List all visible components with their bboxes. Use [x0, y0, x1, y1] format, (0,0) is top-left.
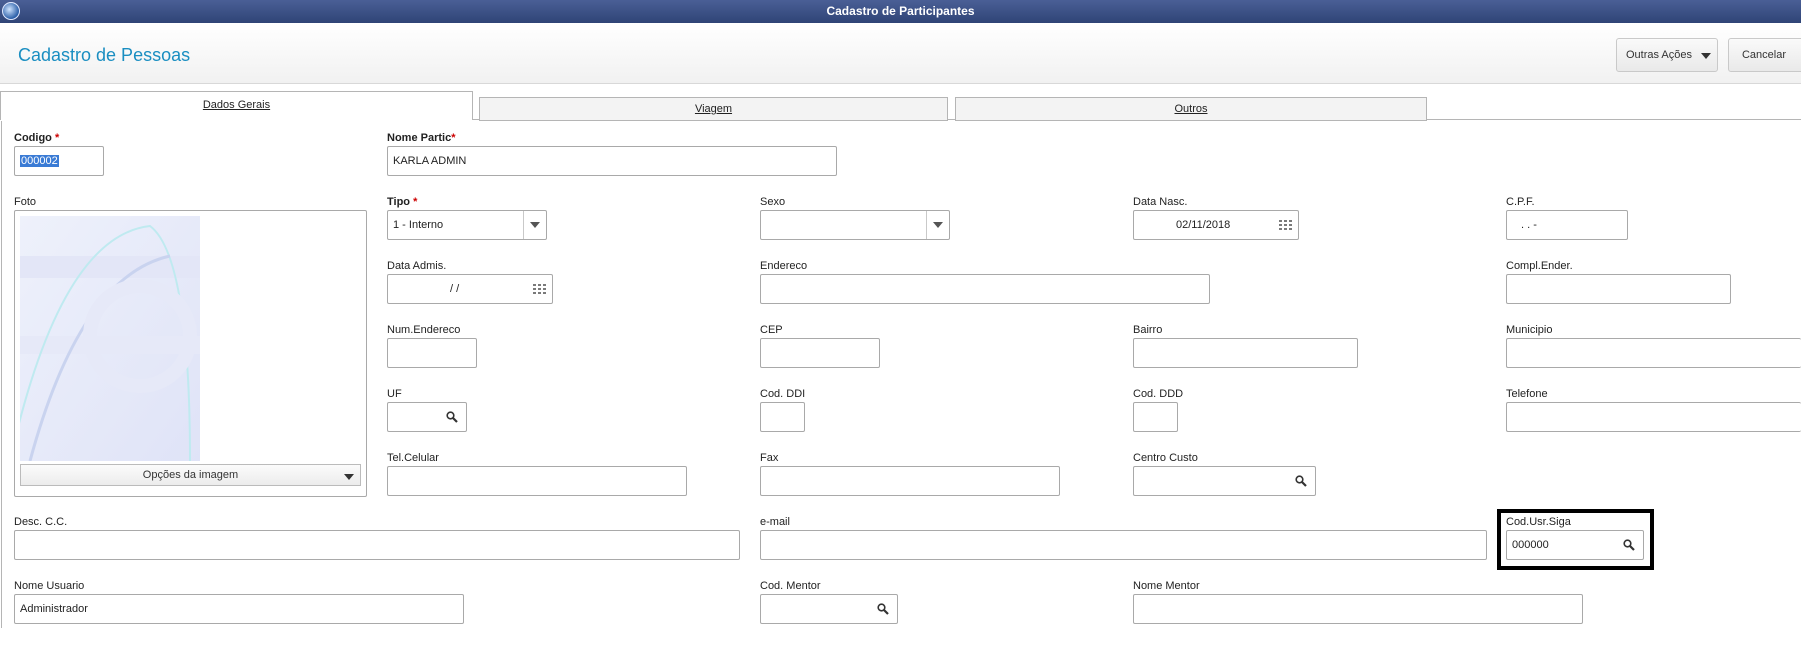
- num-endereco-field[interactable]: [387, 338, 477, 368]
- search-icon[interactable]: [446, 411, 458, 423]
- uf-label: UF: [387, 388, 402, 400]
- tel-celular-label: Tel.Celular: [387, 452, 439, 464]
- sexo-select[interactable]: [760, 210, 950, 240]
- compl-ender-field[interactable]: [1506, 274, 1731, 304]
- cpf-field[interactable]: . . -: [1506, 210, 1628, 240]
- cod-ddi-label: Cod. DDI: [760, 388, 806, 400]
- nome-usuario-field[interactable]: Administrador: [14, 594, 464, 624]
- nome-mentor-label: Nome Mentor: [1133, 580, 1200, 592]
- cod-mentor-label: Cod. Mentor: [760, 580, 821, 592]
- desc-cc-field[interactable]: [14, 530, 740, 560]
- other-actions-button[interactable]: Outras Ações: [1616, 38, 1718, 72]
- calendar-icon[interactable]: [1279, 220, 1292, 231]
- cod-usr-siga-field[interactable]: 000000: [1506, 530, 1644, 560]
- municipio-label: Municipio: [1506, 324, 1553, 336]
- uf-field[interactable]: [387, 402, 467, 432]
- page-title: Cadastro de Pessoas: [18, 45, 191, 65]
- data-nasc-field[interactable]: 02/11/2018: [1133, 210, 1299, 240]
- data-nasc-label: Data Nasc.: [1133, 196, 1188, 208]
- data-admis-field[interactable]: / /: [387, 274, 553, 304]
- photo-placeholder-image: [20, 216, 200, 461]
- image-options-button[interactable]: Opções da imagem: [20, 464, 361, 486]
- email-field[interactable]: [760, 530, 1487, 560]
- tab-label: Outros: [1174, 103, 1208, 115]
- cod-ddi-field[interactable]: [760, 402, 805, 432]
- chevron-down-icon: [1701, 53, 1711, 59]
- sexo-label: Sexo: [760, 196, 786, 208]
- telefone-field[interactable]: [1506, 402, 1801, 432]
- bairro-label: Bairro: [1133, 324, 1163, 336]
- search-icon[interactable]: [1623, 539, 1635, 551]
- search-icon[interactable]: [877, 603, 889, 615]
- other-actions-label: Outras Ações: [1625, 49, 1693, 61]
- tab-outros[interactable]: Outros: [955, 97, 1427, 121]
- cod-usr-siga-value: 000000: [1512, 539, 1549, 551]
- bairro-field[interactable]: [1133, 338, 1358, 368]
- data-admis-label: Data Admis.: [387, 260, 447, 272]
- cod-ddd-field[interactable]: [1133, 402, 1178, 432]
- cpf-label: C.P.F.: [1506, 196, 1535, 208]
- chevron-down-icon[interactable]: [926, 211, 949, 239]
- page-header: Cadastro de Pessoas Outras Ações Cancela…: [0, 23, 1801, 84]
- chevron-down-icon: [344, 474, 354, 480]
- data-admis-value: / /: [450, 283, 460, 295]
- cep-label: CEP: [760, 324, 783, 336]
- compl-ender-label: Compl.Ender.: [1506, 260, 1573, 272]
- cod-mentor-field[interactable]: [760, 594, 898, 624]
- image-options-label: Opções da imagem: [142, 469, 239, 481]
- municipio-field[interactable]: [1506, 338, 1801, 368]
- fax-label: Fax: [760, 452, 779, 464]
- centro-custo-label: Centro Custo: [1133, 452, 1198, 464]
- num-endereco-label: Num.Endereco: [387, 324, 461, 336]
- nome-mentor-field[interactable]: [1133, 594, 1583, 624]
- nome-partic-field[interactable]: KARLA ADMIN: [387, 146, 837, 176]
- tab-dados-gerais[interactable]: Dados Gerais: [0, 91, 473, 120]
- tel-celular-field[interactable]: [387, 466, 687, 496]
- chevron-down-icon[interactable]: [523, 211, 546, 239]
- tab-viagem[interactable]: Viagem: [479, 97, 948, 121]
- email-label: e-mail: [760, 516, 790, 528]
- app-logo-icon[interactable]: [2, 2, 20, 20]
- telefone-label: Telefone: [1506, 388, 1548, 400]
- cod-usr-siga-label: Cod.Usr.Siga: [1506, 516, 1571, 528]
- desc-cc-label: Desc. C.C.: [14, 516, 68, 528]
- tipo-value: 1 - Interno: [393, 219, 444, 231]
- tipo-label: Tipo *: [387, 196, 418, 208]
- window-titlebar: Cadastro de Participantes: [0, 0, 1801, 23]
- cep-field[interactable]: [760, 338, 880, 368]
- data-nasc-value: 02/11/2018: [1176, 219, 1231, 231]
- endereco-field[interactable]: [760, 274, 1210, 304]
- codigo-field[interactable]: 000002: [14, 146, 104, 176]
- centro-custo-field[interactable]: [1133, 466, 1316, 496]
- cancel-button[interactable]: Cancelar: [1728, 38, 1801, 72]
- search-icon[interactable]: [1295, 475, 1307, 487]
- codigo-label: Codigo *: [14, 132, 60, 144]
- tipo-select[interactable]: 1 - Interno: [387, 210, 547, 240]
- tab-label: Viagem: [694, 103, 733, 115]
- codigo-value: 000002: [20, 155, 59, 167]
- fax-field[interactable]: [760, 466, 1060, 496]
- endereco-label: Endereco: [760, 260, 808, 272]
- calendar-icon[interactable]: [533, 284, 546, 295]
- cod-ddd-label: Cod. DDD: [1133, 388, 1184, 400]
- tab-label: Dados Gerais: [202, 99, 271, 111]
- nome-usuario-label: Nome Usuario: [14, 580, 85, 592]
- foto-label: Foto: [14, 196, 37, 208]
- photo-box[interactable]: Opções da imagem: [14, 210, 367, 497]
- window-title: Cadastro de Participantes: [826, 4, 975, 18]
- nome-partic-label: Nome Partic*: [387, 132, 456, 144]
